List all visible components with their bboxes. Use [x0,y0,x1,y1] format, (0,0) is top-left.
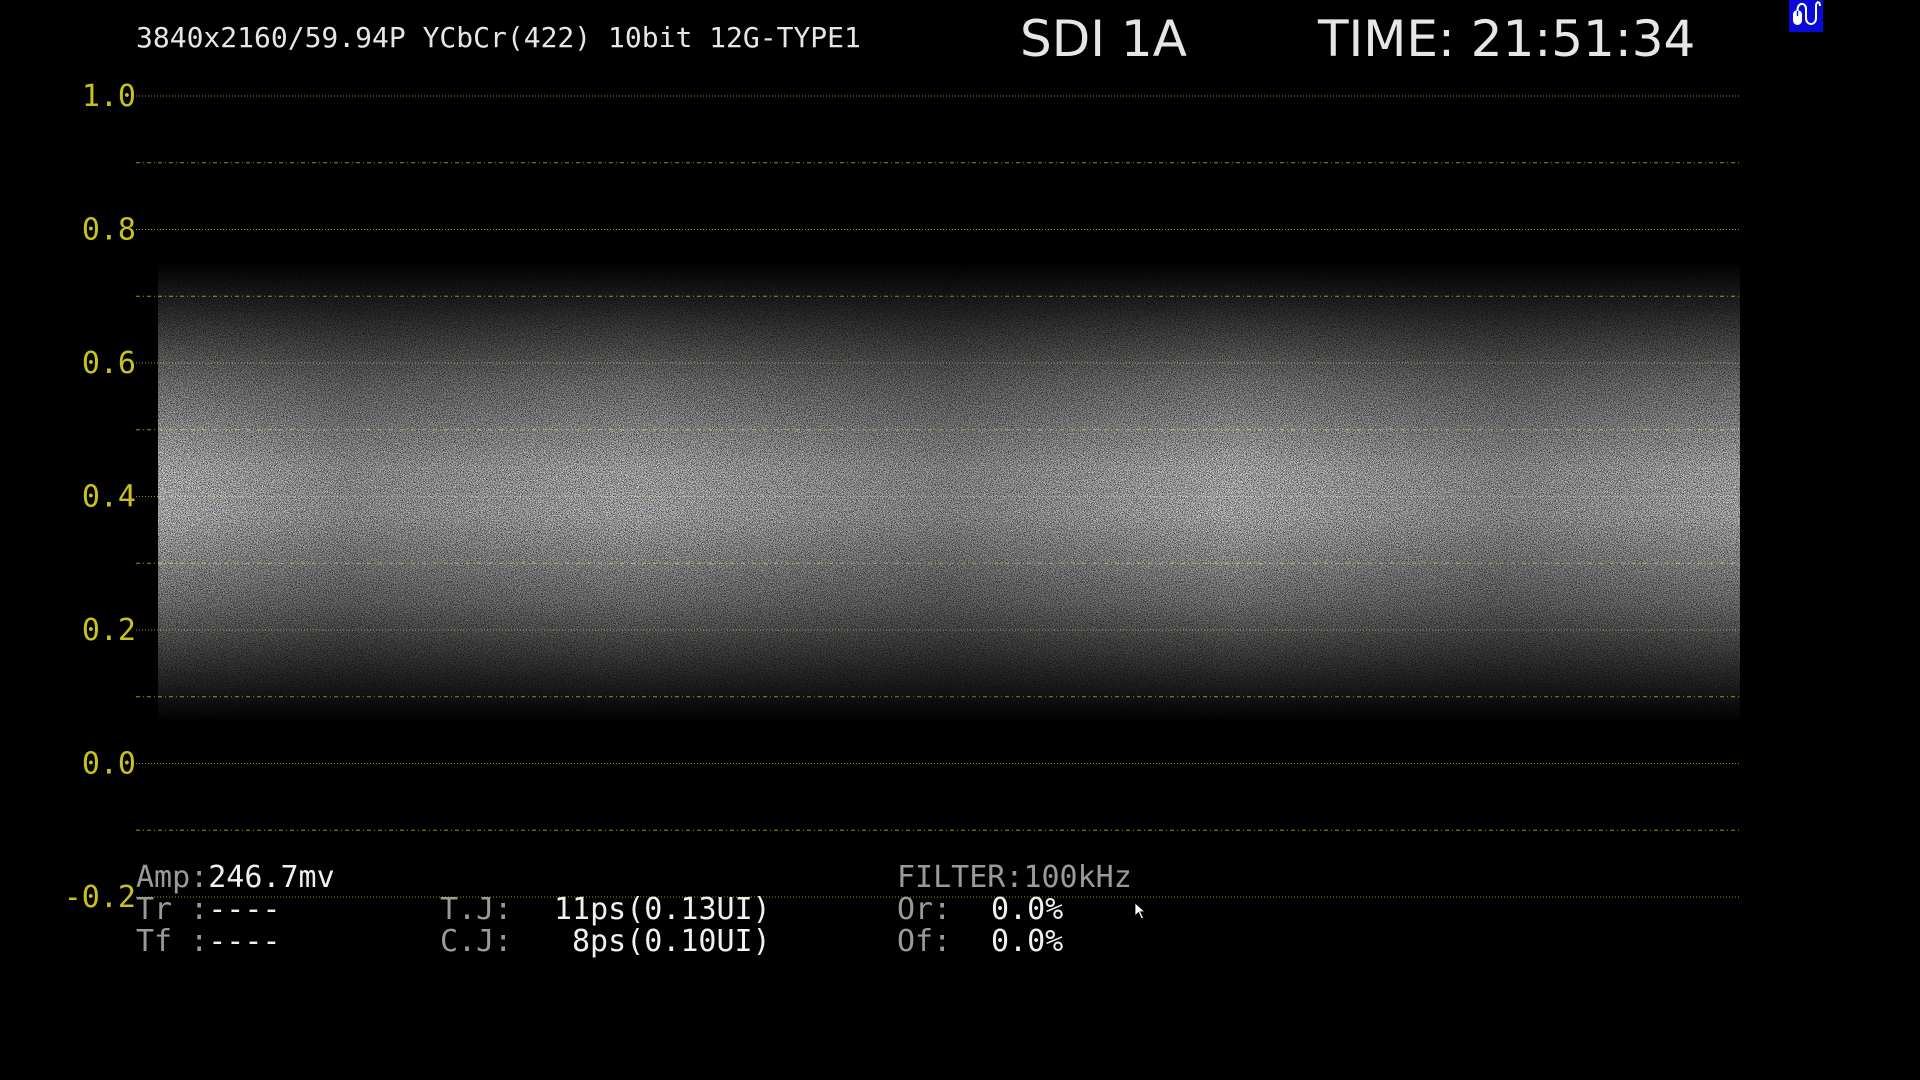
of-readout: Of: 0.0% [897,924,1063,959]
cursor-arrow-icon [1134,902,1147,920]
amp-readout: Amp:246.7mv [136,860,335,895]
y-tick-label: 0.2 [82,613,136,648]
filter-value: 100kHz [1023,860,1132,895]
clock: TIME: 21:51:34 [1318,10,1695,68]
or-value: 0.0% [991,892,1064,927]
tj-label: T.J: [440,892,513,927]
time-value: 21:51:34 [1470,10,1696,68]
y-tick-label: 1.0 [82,79,136,114]
tj-value: 11ps(0.13UI) [554,892,771,927]
jitter-trace [158,262,1740,722]
of-label: Of: [897,924,952,959]
y-tick-label: 0.0 [82,747,136,782]
mouse-indicator[interactable] [1789,0,1823,32]
signal-format: 3840x2160/59.94P YCbCr(422) 10bit 12G-TY… [136,21,861,54]
time-label: TIME: [1318,10,1455,68]
of-value: 0.0% [991,924,1064,959]
tr-value: ---- [208,892,281,927]
tr-label: Tr : [136,892,209,927]
cj-label: C.J: [440,924,513,959]
filter-label: FILTER: [897,860,1024,895]
cj-readout: C.J: 8ps(0.10UI) [440,924,771,959]
tf-value: ---- [208,924,281,959]
or-readout: Or: 0.0% [897,892,1063,927]
amp-label: Amp: [136,860,209,895]
y-tick-label: 0.4 [82,480,136,515]
jitter-display: 1.0 0.8 0.6 0.4 0.2 0.0 -0.2 3840x2160/59.94P … [0,0,1920,1080]
input-channel: SDI 1A [1020,10,1187,68]
cj-value: 8ps(0.10UI) [572,924,771,959]
tj-readout: T.J: 11ps(0.13UI) [440,892,771,927]
or-label: Or: [897,892,952,927]
tf-label: Tf : [136,924,209,959]
jitter-scope: 1.0 0.8 0.6 0.4 0.2 0.0 -0.2 [64,79,1740,915]
y-tick-label: -0.2 [64,880,136,915]
tf-readout: Tf :---- [136,924,281,959]
tr-readout: Tr :---- [136,892,281,927]
y-tick-label: 0.6 [82,346,136,381]
scope-y-axis: 1.0 0.8 0.6 0.4 0.2 0.0 -0.2 [64,79,136,915]
amp-value: 246.7mv [208,860,335,895]
filter-readout: FILTER:100kHz [897,860,1132,895]
y-tick-label: 0.8 [82,213,136,248]
mouse-icon [1793,1,1821,25]
